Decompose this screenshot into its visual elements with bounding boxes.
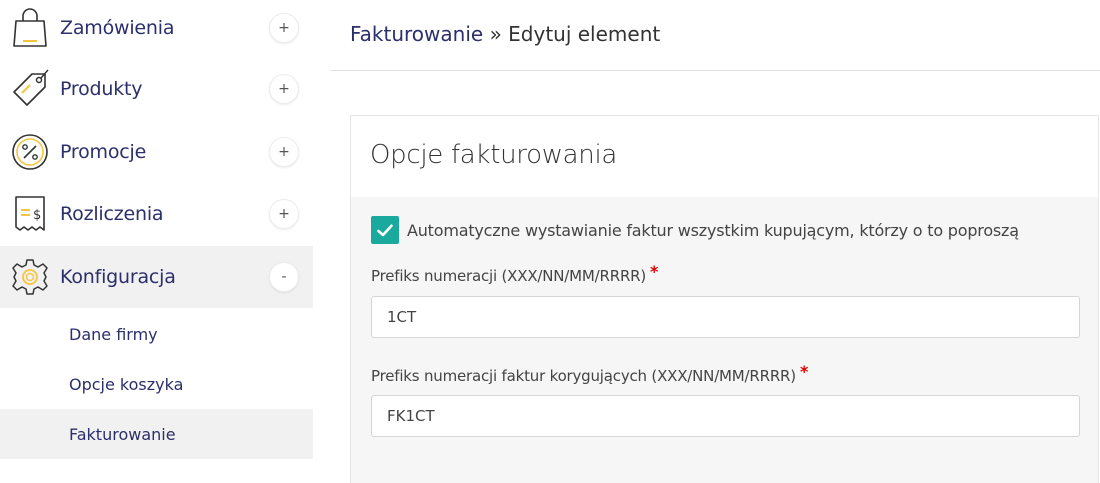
prefix-input[interactable]	[371, 296, 1080, 338]
required-marker: *	[650, 262, 659, 281]
breadcrumb-separator: »	[489, 22, 509, 46]
auto-invoice-label: Automatyczne wystawianie faktur wszystki…	[407, 220, 1019, 240]
sidebar-item-rozliczenia[interactable]: $ Rozliczenia +	[0, 183, 313, 245]
sidebar-subitem-dane-firmy[interactable]: Dane firmy	[0, 309, 313, 359]
sidebar-item-zamowienia[interactable]: Zamówienia +	[0, 0, 313, 59]
breadcrumb-link-fakturowanie[interactable]: Fakturowanie	[350, 22, 483, 46]
sidebar-subitem-fakturowanie[interactable]: Fakturowanie	[0, 409, 313, 459]
auto-invoice-option[interactable]: Automatyczne wystawianie faktur wszystki…	[371, 216, 1019, 244]
sidebar-item-label: Zamówienia	[60, 17, 175, 39]
sidebar-item-promocje[interactable]: Promocje +	[0, 121, 313, 183]
price-tag-icon	[10, 69, 50, 109]
breadcrumb-current: Edytuj element	[508, 22, 661, 46]
sidebar-item-label: Rozliczenia	[60, 203, 164, 225]
breadcrumb: Fakturowanie » Edytuj element	[350, 22, 660, 46]
invoice-options-panel: Opcje fakturowania Automatyczne wystawia…	[350, 115, 1099, 483]
sidebar-item-label: Produkty	[60, 78, 143, 100]
sidebar: Zamówienia + Produkty + Promocje + $ Roz…	[0, 0, 313, 483]
checkmark-icon	[377, 224, 393, 236]
svg-text:$: $	[33, 208, 41, 223]
required-marker: *	[799, 362, 809, 381]
shopping-bag-icon	[10, 8, 50, 48]
expand-toggle-button[interactable]: +	[269, 74, 299, 104]
receipt-dollar-icon: $	[10, 194, 50, 234]
correction-prefix-field-label: Prefiks numeracji faktur korygujących (X…	[371, 362, 808, 385]
prefix-field-label: Prefiks numeracji (XXX/NN/MM/RRRR) *	[371, 262, 658, 285]
correction-prefix-input[interactable]	[371, 395, 1080, 437]
panel-header: Opcje fakturowania	[351, 116, 1098, 197]
page-header: Fakturowanie » Edytuj element	[330, 0, 1100, 71]
panel-title: Opcje fakturowania	[370, 140, 618, 170]
expand-toggle-button[interactable]: +	[269, 199, 299, 229]
prefix-label-text: Prefiks numeracji (XXX/NN/MM/RRRR)	[371, 267, 647, 285]
expand-toggle-button[interactable]: +	[269, 13, 299, 43]
sidebar-item-label: Promocje	[60, 141, 147, 163]
correction-prefix-label-text: Prefiks numeracji faktur korygujących (X…	[371, 367, 796, 385]
sidebar-item-label: Konfiguracja	[60, 266, 176, 288]
percent-badge-icon	[10, 132, 50, 172]
sidebar-item-produkty[interactable]: Produkty +	[0, 58, 313, 120]
sidebar-subitem-label: Opcje koszyka	[69, 374, 184, 394]
expand-toggle-button[interactable]: +	[269, 137, 299, 167]
collapse-toggle-button[interactable]: -	[269, 262, 299, 292]
sidebar-item-konfiguracja[interactable]: Konfiguracja -	[0, 246, 313, 308]
auto-invoice-checkbox[interactable]	[371, 216, 399, 244]
sidebar-subitem-opcje-koszyka[interactable]: Opcje koszyka	[0, 359, 313, 409]
sidebar-subitem-label: Dane firmy	[69, 324, 158, 344]
gear-icon	[10, 257, 50, 297]
sidebar-subitem-label: Fakturowanie	[69, 424, 176, 444]
